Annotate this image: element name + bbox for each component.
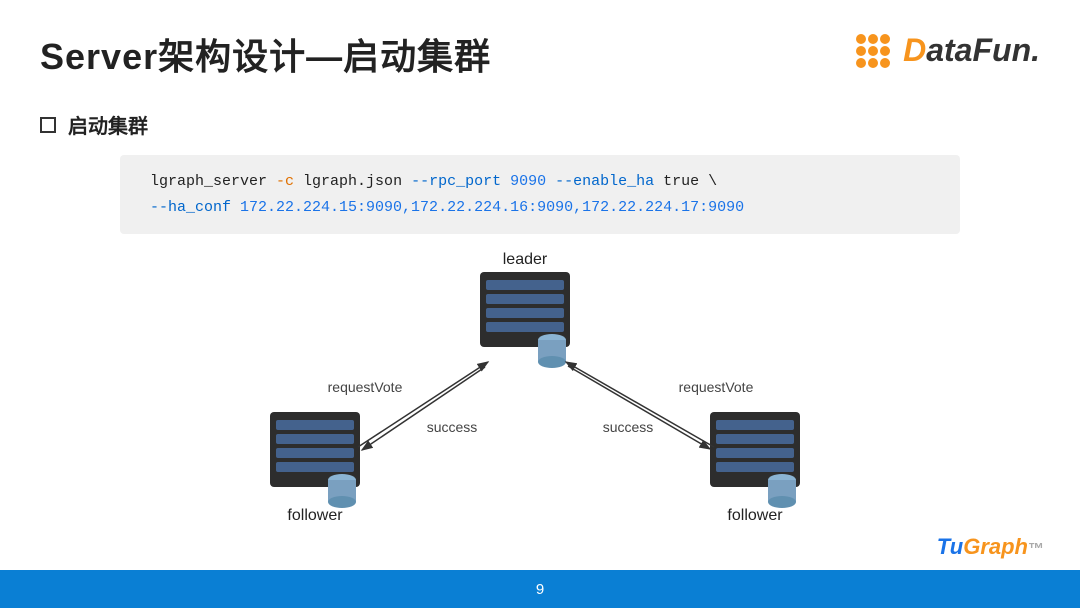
request-vote-left-label: requestVote	[328, 379, 403, 395]
cluster-diagram: leader follower	[190, 242, 890, 532]
datafun-logo-icon	[855, 33, 901, 69]
page-number: 9	[536, 581, 544, 598]
checkbox-icon	[40, 117, 56, 133]
follower-left-server-icon	[270, 412, 360, 508]
follower-left-label: follower	[287, 507, 343, 524]
diagram-svg: leader follower	[190, 242, 890, 532]
slide: Server架构设计—启动集群 DataFun. 启动集群 lgrap	[0, 0, 1080, 608]
success-left-label: success	[427, 419, 478, 435]
leader-server-icon	[480, 272, 570, 368]
tugraph-logo: TuGraph™	[937, 534, 1044, 560]
code-block: lgraph_server -c lgraph.json --rpc_port …	[120, 155, 960, 234]
leader-label: leader	[503, 251, 548, 268]
follower-right-server-icon	[710, 412, 800, 508]
header: Server架构设计—启动集群 DataFun.	[0, 0, 1080, 80]
success-right-label: success	[603, 419, 654, 435]
code-line-2: --ha_conf 172.22.224.15:9090,172.22.224.…	[150, 195, 930, 221]
datafun-logo: DataFun.	[855, 32, 1040, 69]
section-heading: 启动集群	[40, 110, 1040, 139]
request-vote-right-label: requestVote	[679, 379, 754, 395]
section-label: 启动集群	[68, 110, 148, 139]
code-line-1: lgraph_server -c lgraph.json --rpc_port …	[150, 169, 930, 195]
follower-right-label: follower	[727, 507, 783, 524]
footer: 9	[0, 570, 1080, 608]
page-title: Server架构设计—启动集群	[40, 28, 491, 80]
